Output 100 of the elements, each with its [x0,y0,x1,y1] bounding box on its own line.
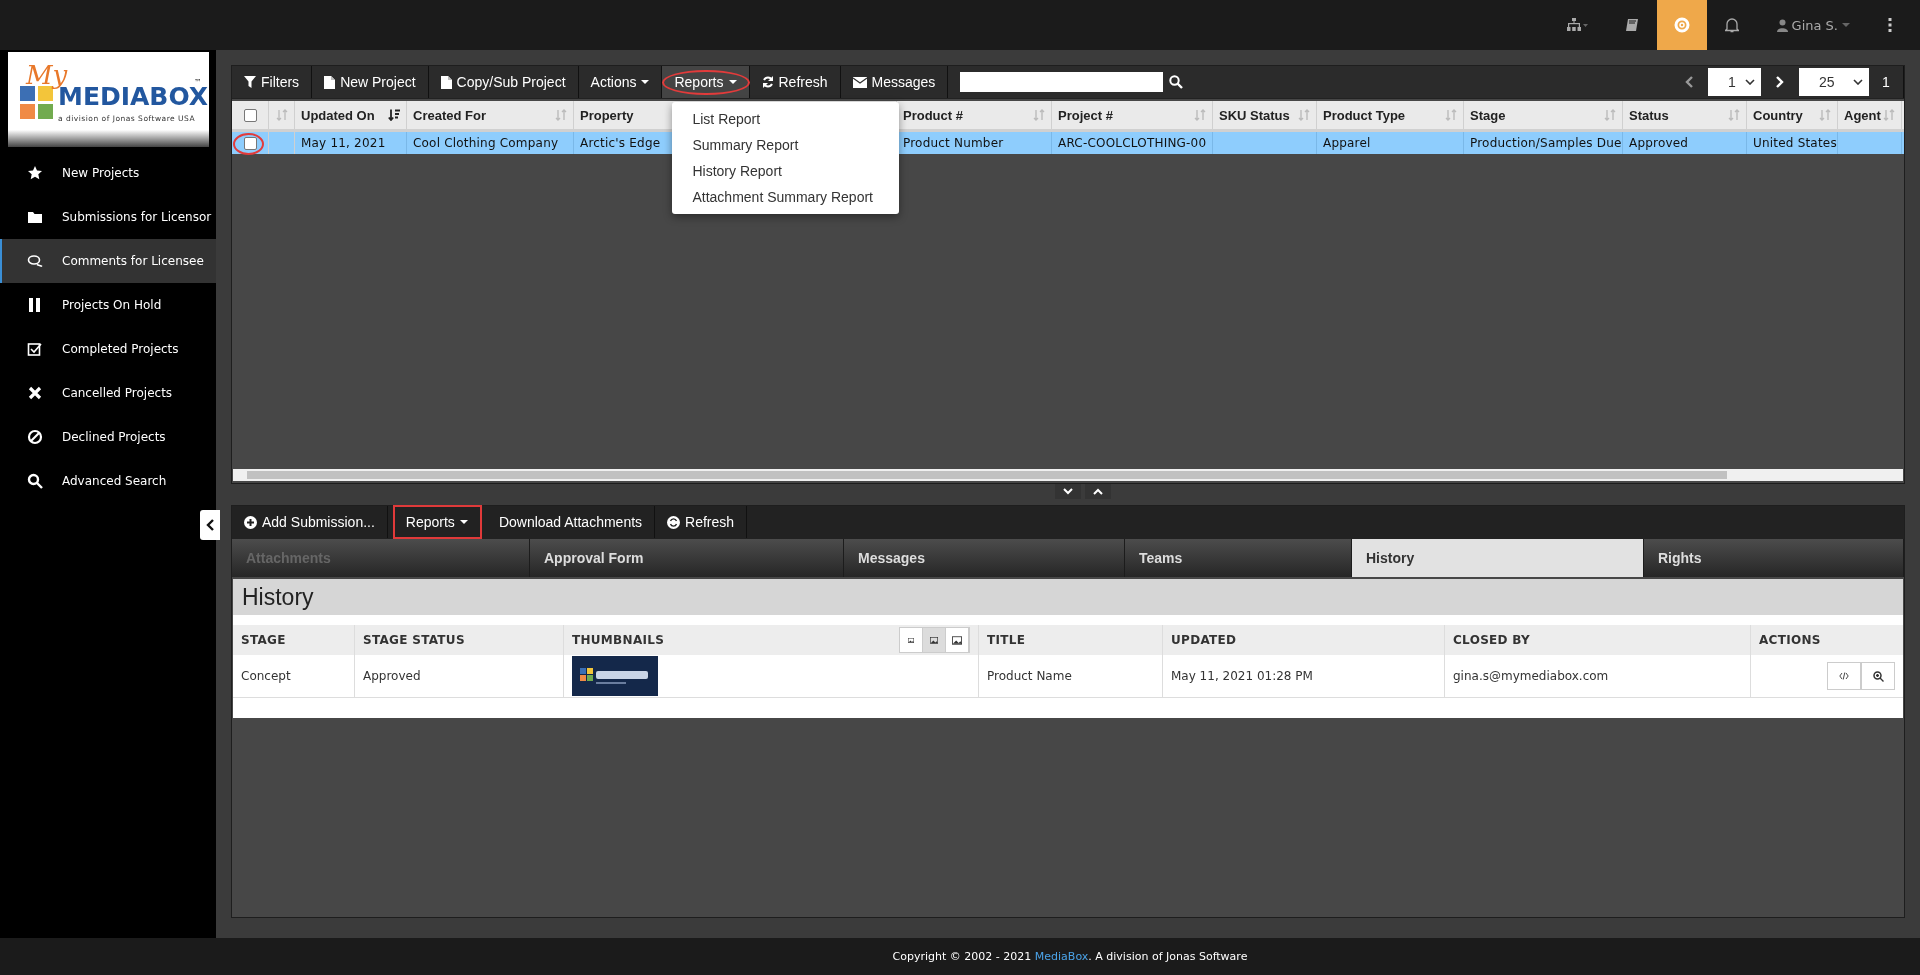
star-icon [27,165,43,181]
file-icon [440,75,452,89]
lifebuoy-icon [1673,17,1690,33]
column-header[interactable]: Product # [903,107,963,123]
table-cell: Production/Samples Due [1470,136,1622,150]
column-header: STAGE STATUS [363,633,465,647]
tab[interactable]: Teams [1125,539,1352,577]
select-all-checkbox[interactable] [243,108,257,122]
table-cell: May 11, 2021 [301,136,386,150]
folder-icon [27,209,43,225]
chevron-left-icon [206,519,214,531]
image-icon [908,637,914,643]
tab[interactable]: History [1352,539,1644,577]
search-field[interactable] [960,72,1164,92]
table-cell: Arctic's Edge [580,136,661,150]
sidebar-item[interactable]: New Projects [0,151,216,195]
section-title: History [242,583,314,611]
table-cell: Product Number [903,136,1004,150]
table-cell: Apparel [1323,136,1371,150]
column-header[interactable]: Property [580,107,634,123]
sidebar-item[interactable]: Comments for Licensee [0,239,216,283]
refresh-icon [761,76,774,88]
sidebar-item[interactable]: Completed Projects [0,327,216,371]
horizontal-scrollbar[interactable] [233,469,1903,481]
sitemap-icon [1566,18,1589,32]
thumbnail-size-button[interactable] [946,628,969,652]
sidebar-item[interactable]: Declined Projects [0,415,216,459]
column-header[interactable]: Country [1753,107,1803,123]
sidebar-item[interactable]: Projects On Hold [0,283,216,327]
column-header[interactable]: Project # [1058,107,1113,123]
filter-icon [244,76,256,88]
file-icon [324,75,336,89]
table-cell: ARC-COOLCLOTHING-00 [1058,136,1207,150]
envelope-icon [852,76,867,88]
page-count: 1 [1869,66,1904,98]
chevron-down-icon [1063,488,1073,495]
thumbnail-size-button[interactable] [900,628,923,652]
column-header: TITLE [987,633,1026,647]
menu-item[interactable]: History Report [672,158,893,184]
column-header[interactable]: Product Type [1323,107,1406,123]
sidebar-item[interactable]: Submissions for Licensor [0,195,216,239]
collapse-down-button[interactable] [1055,484,1081,499]
table-cell: Approved [1629,136,1689,150]
row-checkbox[interactable] [243,136,257,150]
expand-up-button[interactable] [1085,484,1111,499]
search-icon[interactable] [1169,75,1184,89]
sidebar-item[interactable]: Cancelled Projects [0,371,216,415]
thumbnail-size-button[interactable] [923,628,946,652]
table-cell: Concept [241,669,291,683]
bell-icon [1724,17,1739,33]
column-header: STAGE [241,633,286,647]
cross-icon [27,385,43,401]
caret-icon [1842,22,1850,28]
pause-icon [27,297,43,313]
column-header[interactable]: Stage [1470,107,1506,123]
book-icon [1624,18,1639,32]
column-header: CLOSED BY [1453,633,1531,647]
table-cell: May 11, 2021 01:28 PM [1171,669,1313,683]
user-menu[interactable]: Gina S. [1756,0,1870,50]
image-icon [952,635,962,645]
menu-item[interactable]: Attachment Summary Report [672,184,893,210]
column-header[interactable]: Agent [1844,107,1881,123]
search-icon [27,473,43,489]
tab[interactable]: Approval Form [530,539,844,577]
table-cell: Cool Clothing Company [413,136,559,150]
chevron-right-icon [1776,76,1784,88]
column-header: ACTIONS [1759,633,1821,647]
page-size-select[interactable]: 25 [1799,68,1869,96]
toolbar-button[interactable]: Reports [393,506,481,538]
ban-icon [27,429,43,445]
caret-icon [728,79,737,85]
column-header[interactable]: SKU Status [1219,107,1290,123]
caret-icon [459,519,468,525]
table-cell: Approved [363,669,421,683]
code-icon [1839,672,1849,680]
chevron-left-icon [1685,76,1693,88]
column-header: THUMBNAILS [572,633,665,647]
table-cell: Product Name [987,669,1072,683]
chevron-up-icon [1093,488,1103,495]
zoom-in-icon [1872,670,1884,682]
zoom-button[interactable] [1861,662,1895,690]
column-header[interactable]: Updated On [301,107,375,123]
speech-bubbles-icon [27,253,43,269]
tab[interactable]: Messages [844,539,1125,577]
refresh-icon [667,515,681,529]
column-header[interactable]: Status [1629,107,1669,123]
collapse-sidebar-button[interactable] [200,510,220,540]
page-select[interactable]: 1 [1708,68,1761,96]
column-header: UPDATED [1171,633,1237,647]
toolbar-button[interactable]: Reports [662,66,750,98]
copyright-text: Copyright © 2002 - 2021 MediaBox. A division of Jonas Software [892,950,1248,963]
tab[interactable]: Rights [1644,539,1904,577]
column-header[interactable]: Created For [413,107,486,123]
sort-descending-icon[interactable] [388,109,400,121]
caret-icon [641,79,650,85]
table-cell: gina.s@mymediabox.com [1453,669,1609,683]
kebab-menu-icon [1888,18,1892,32]
sidebar-item[interactable]: Advanced Search [0,459,216,503]
trademark-mark: ™ [194,78,202,87]
menu-item[interactable]: List Report [672,106,893,132]
